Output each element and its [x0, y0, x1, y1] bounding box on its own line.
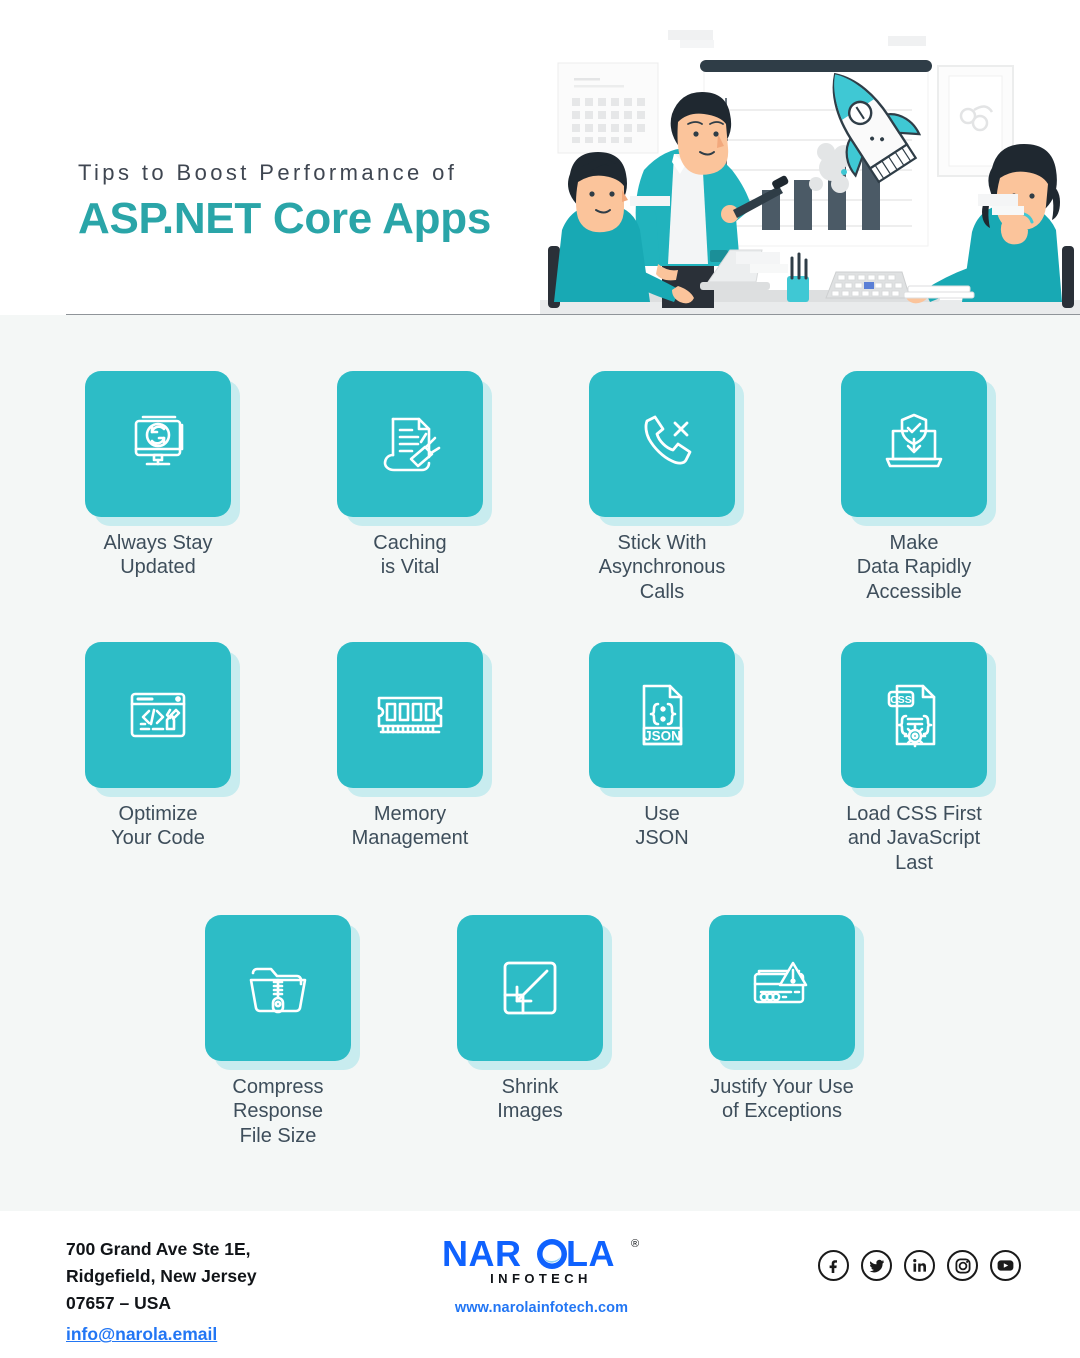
tip-card-shrink-images[interactable]: Shrink Images	[457, 915, 612, 1122]
card-tile	[589, 371, 735, 517]
hero-illustration	[540, 18, 1080, 315]
svg-text:CSS: CSS	[890, 694, 912, 706]
monitor-refresh-icon	[121, 407, 195, 481]
tip-card-stick-with-asynchronous-calls[interactable]: Stick With Asynchronous Calls	[589, 371, 744, 603]
json-file-icon: JSON	[642, 684, 683, 746]
tips-grid: Always Stay Updated Caching is Vital Sti…	[0, 315, 1080, 1211]
zip-folder-icon	[241, 951, 315, 1025]
card-tile	[205, 915, 351, 1061]
card-label: Stick With Asynchronous Calls	[598, 532, 726, 603]
twitter-icon[interactable]	[861, 1250, 892, 1281]
address-line-3: 07657 – USA	[66, 1293, 172, 1314]
card-tile	[85, 642, 231, 788]
svg-text:INFOTECH: INFOTECH	[490, 1271, 592, 1286]
card-label: Caching is Vital	[373, 532, 447, 579]
card-tile: JSON	[589, 642, 735, 788]
instagram-icon[interactable]	[947, 1250, 978, 1281]
document-broom-icon	[373, 407, 447, 481]
header: Tips to Boost Performance of ASP.NET Cor…	[0, 0, 1080, 315]
code-window-wrench-icon	[121, 678, 195, 752]
tip-card-caching-is-vital[interactable]: Caching is Vital	[337, 371, 492, 578]
card-tile	[709, 915, 855, 1061]
tip-card-use-json[interactable]: JSON Use JSON	[589, 642, 744, 849]
card-tile	[85, 371, 231, 517]
company-logo: NAR LA ® INFOTECH www.narolainfotech.com	[434, 1233, 649, 1316]
card-tile	[841, 371, 987, 517]
resize-shrink-arrow-icon	[493, 951, 567, 1025]
svg-text:JSON: JSON	[644, 729, 681, 744]
phone-call-cancel-icon	[625, 407, 699, 481]
tip-card-make-data-rapidly-accessible[interactable]: Make Data Rapidly Accessible	[841, 371, 996, 603]
card-label: Use JSON	[635, 803, 689, 850]
page-title: ASP.NET Core Apps	[78, 194, 491, 243]
card-warning-icon	[745, 951, 819, 1025]
linkedin-icon[interactable]	[904, 1250, 935, 1281]
tip-card-justify-your-use-of-exceptions[interactable]: Justify Your Use of Exceptions	[709, 915, 864, 1122]
tip-card-optimize-your-code[interactable]: Optimize Your Code	[85, 642, 240, 849]
card-tile	[337, 371, 483, 517]
laptop-shield-download-icon	[877, 407, 951, 481]
tip-card-load-css-first[interactable]: CSS Load CSS First and JavaScript Last	[841, 642, 996, 874]
css-file-gear-icon: CSS	[887, 684, 936, 748]
social-links	[818, 1250, 1021, 1281]
card-label: Make Data Rapidly Accessible	[856, 532, 972, 603]
card-label: Justify Your Use of Exceptions	[710, 1076, 854, 1123]
tip-card-always-stay-updated[interactable]: Always Stay Updated	[85, 371, 240, 578]
card-label: Shrink Images	[497, 1076, 563, 1123]
card-tile: CSS	[841, 642, 987, 788]
card-label: Memory Management	[351, 803, 469, 850]
email-link[interactable]: info@narola.email	[66, 1321, 257, 1348]
narola-logo-mark: NAR LA ® INFOTECH	[442, 1233, 639, 1286]
card-label: Always Stay Updated	[103, 532, 213, 579]
header-text-block: Tips to Boost Performance of ASP.NET Cor…	[78, 160, 491, 244]
card-label: Compress Response File Size	[232, 1076, 324, 1147]
tip-card-compress-response-file-size[interactable]: Compress Response File Size	[205, 915, 360, 1147]
address-line-2: Ridgefield, New Jersey	[66, 1266, 257, 1287]
card-label: Load CSS First and JavaScript Last	[846, 803, 982, 874]
tip-card-memory-management[interactable]: Memory Management	[337, 642, 492, 849]
card-label: Optimize Your Code	[111, 803, 205, 850]
infographic-page: Tips to Boost Performance of ASP.NET Cor…	[0, 0, 1080, 1358]
company-address: 700 Grand Ave Ste 1E, Ridgefield, New Je…	[66, 1236, 257, 1349]
address-line-1: 700 Grand Ave Ste 1E,	[66, 1239, 251, 1259]
header-subtitle: Tips to Boost Performance of	[78, 160, 458, 185]
youtube-icon[interactable]	[990, 1250, 1021, 1281]
card-tile	[337, 642, 483, 788]
ram-memory-stick-icon	[371, 676, 449, 754]
svg-text:NAR: NAR	[442, 1233, 522, 1274]
facebook-icon[interactable]	[818, 1250, 849, 1281]
website-link[interactable]: www.narolainfotech.com	[434, 1300, 649, 1316]
svg-text:LA: LA	[566, 1233, 615, 1274]
registered-trademark: ®	[631, 1238, 639, 1250]
footer: 700 Grand Ave Ste 1E, Ridgefield, New Je…	[0, 1211, 1080, 1358]
card-tile	[457, 915, 603, 1061]
